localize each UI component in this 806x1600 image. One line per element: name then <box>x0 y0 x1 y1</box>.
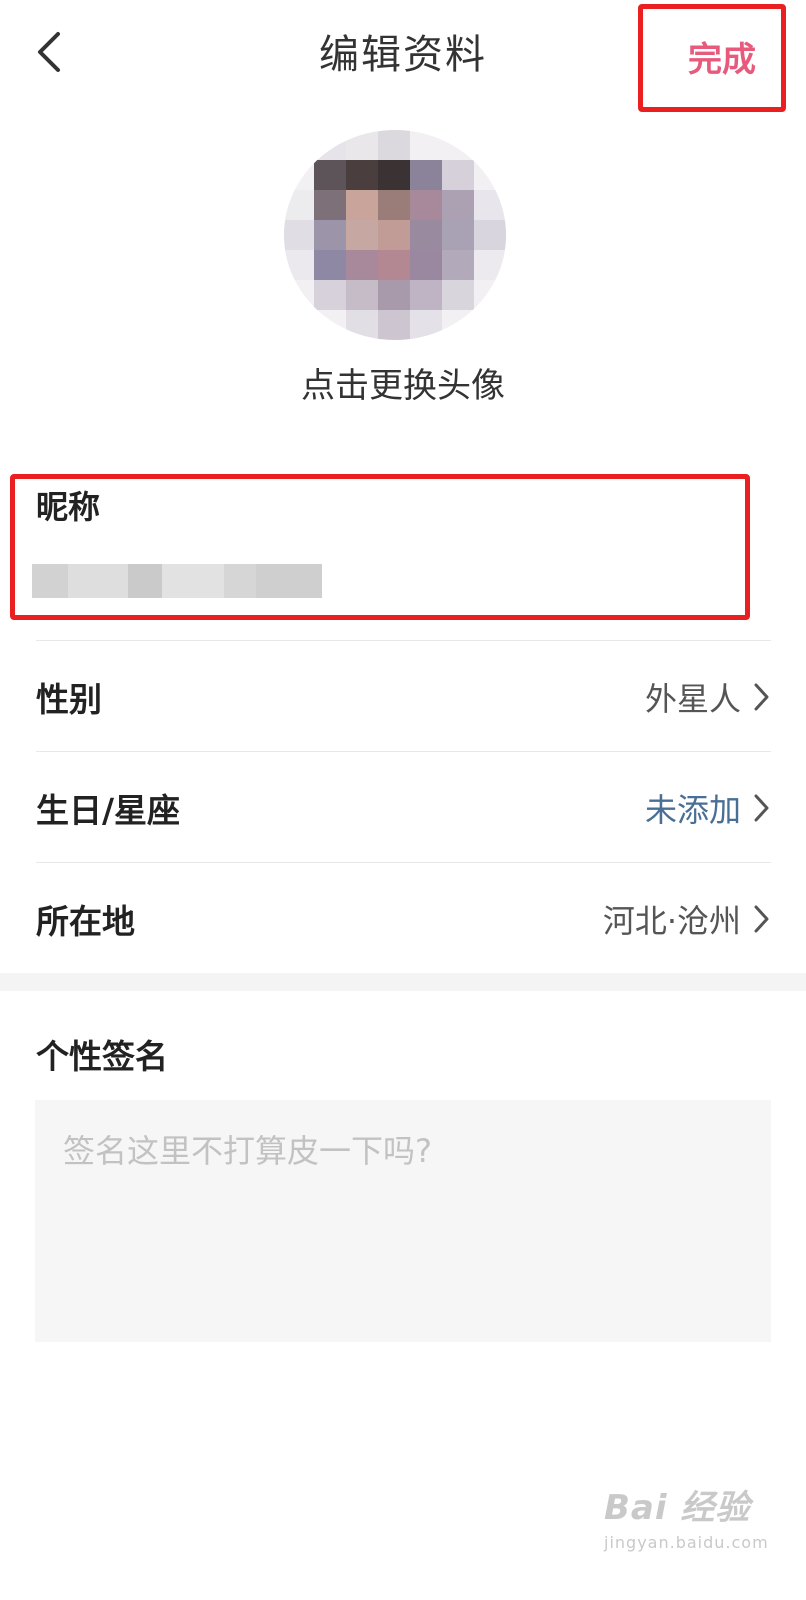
location-label: 所在地 <box>36 902 135 941</box>
chevron-right-icon <box>754 794 769 822</box>
birthday-label: 生日/星座 <box>36 791 181 830</box>
gender-value: 外星人 <box>644 680 741 718</box>
signature-label: 个性签名 <box>36 1037 168 1076</box>
row-location[interactable]: 所在地 河北·沧州 <box>36 864 771 974</box>
nickname-field[interactable] <box>32 564 322 598</box>
signature-input[interactable] <box>35 1100 771 1342</box>
divider <box>36 862 771 863</box>
avatar-image <box>284 130 506 340</box>
avatar[interactable] <box>284 130 506 340</box>
location-value: 河北·沧州 <box>602 902 741 940</box>
section-separator <box>0 973 806 991</box>
row-birthday[interactable]: 生日/星座 未添加 <box>36 753 771 863</box>
watermark-url: jingyan.baidu.com <box>604 1533 769 1552</box>
divider <box>36 751 771 752</box>
chevron-right-icon <box>754 905 769 933</box>
nickname-label: 昵称 <box>36 488 101 526</box>
divider <box>36 640 771 641</box>
change-avatar-label[interactable]: 点击更换头像 <box>0 358 806 407</box>
done-button[interactable]: 完成 <box>652 10 792 102</box>
chevron-right-icon <box>754 683 769 711</box>
watermark: Bai 经验 jingyan.baidu.com <box>604 1480 769 1552</box>
highlight-box-nickname <box>10 474 750 620</box>
watermark-logo: Bai 经验 <box>604 1488 751 1528</box>
birthday-value: 未添加 <box>644 791 741 829</box>
row-gender[interactable]: 性别 外星人 <box>36 642 771 752</box>
gender-label: 性别 <box>36 680 102 719</box>
